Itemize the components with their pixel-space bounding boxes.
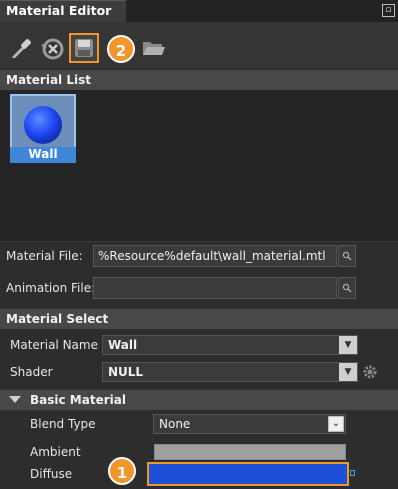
material-file-field[interactable]: %Resource%default\wall_material.mtl bbox=[93, 245, 337, 267]
blend-type-dropdown[interactable]: None bbox=[153, 414, 346, 434]
material-name-label: Material Name bbox=[10, 338, 98, 352]
shader-value: NULL bbox=[108, 365, 144, 379]
eyedropper-button[interactable] bbox=[6, 33, 36, 63]
reset-material-icon bbox=[41, 38, 64, 60]
gear-icon[interactable] bbox=[362, 364, 378, 380]
animation-file-label: Animation File: bbox=[6, 281, 96, 295]
annotation-badge-2: 2 bbox=[107, 35, 135, 63]
diffuse-label: Diffuse bbox=[30, 467, 73, 481]
eyedropper-icon bbox=[12, 39, 31, 58]
material-file-label: Material File: bbox=[6, 249, 83, 263]
search-icon bbox=[342, 251, 352, 261]
annotation-badge-1: 1 bbox=[108, 457, 136, 485]
shader-dropdown[interactable]: NULL bbox=[102, 362, 358, 382]
basic-material-header[interactable]: Basic Material bbox=[0, 390, 398, 410]
sphere-preview-icon bbox=[24, 106, 62, 144]
shader-label: Shader bbox=[10, 365, 53, 379]
chevron-down-icon[interactable]: ⌄ bbox=[328, 416, 344, 432]
material-name-value: Wall bbox=[108, 338, 138, 352]
ambient-label: Ambient bbox=[30, 445, 81, 459]
material-select-header: Material Select bbox=[0, 309, 398, 329]
material-file-browse-button[interactable] bbox=[338, 245, 356, 267]
open-folder-icon bbox=[143, 42, 165, 55]
chevron-down-icon[interactable]: ▼ bbox=[339, 363, 357, 381]
blend-type-label: Blend Type bbox=[30, 417, 96, 431]
material-thumbnail-label: Wall bbox=[10, 147, 76, 163]
chevron-down-icon[interactable]: ▼ bbox=[339, 336, 357, 354]
ambient-color-swatch[interactable] bbox=[154, 444, 346, 460]
search-icon bbox=[342, 283, 352, 293]
material-name-dropdown[interactable]: Wall bbox=[102, 335, 358, 355]
material-list-header: Material List bbox=[0, 70, 398, 90]
animation-file-field[interactable] bbox=[93, 277, 337, 299]
blend-type-value: None bbox=[159, 417, 191, 431]
animation-file-browse-button[interactable] bbox=[338, 277, 356, 299]
save-icon bbox=[75, 39, 93, 57]
pin-icon[interactable]: ▫ bbox=[382, 4, 395, 17]
diffuse-color-swatch[interactable] bbox=[147, 462, 349, 486]
save-material-button[interactable] bbox=[69, 33, 99, 63]
reset-material-button[interactable] bbox=[37, 33, 67, 63]
color-picker-handle[interactable] bbox=[350, 470, 355, 476]
panel-title: Material Editor bbox=[6, 3, 112, 18]
collapse-arrow-icon[interactable] bbox=[9, 396, 21, 403]
open-folder-button[interactable] bbox=[138, 33, 168, 63]
